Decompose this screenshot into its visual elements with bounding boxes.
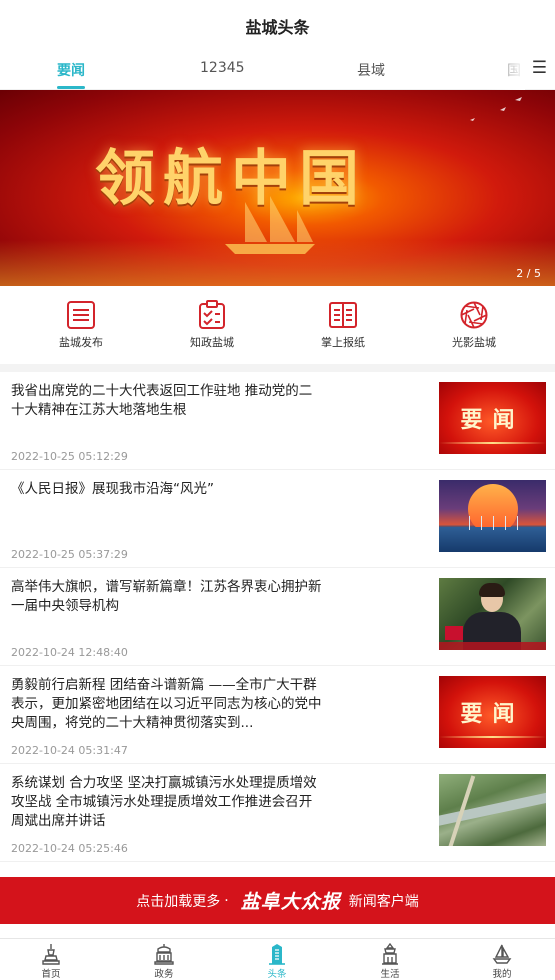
news-item[interactable]: 高举伟大旗帜，谱写崭新篇章！江苏各界衷心拥护新一届中央领导机构 2022-10-… xyxy=(0,568,555,666)
life-pagoda-icon xyxy=(382,943,398,965)
news-title: 系统谋划 合力攻坚 坚决打赢城镇污水处理提质增效攻坚战 全市城镇污水处理提质增效… xyxy=(11,775,317,829)
bottom-navigation: 首页 政务 头条 生活 我的 xyxy=(0,938,555,980)
wind-turbine xyxy=(469,516,470,530)
channel-menu-icon[interactable]: ☰ xyxy=(532,58,547,78)
tab-fade-overlay xyxy=(485,52,525,90)
nav-label: 我的 xyxy=(492,969,512,980)
news-time: 2022-10-24 12:48:40 xyxy=(11,646,128,659)
section-divider xyxy=(0,364,555,372)
home-tower-icon xyxy=(42,944,60,965)
thumbnail-line xyxy=(439,736,546,738)
tab-yaowen[interactable]: 要闻 xyxy=(57,60,85,80)
wind-turbine xyxy=(505,516,506,530)
profile-boat-icon xyxy=(492,944,512,964)
shortcut-yancheng-release[interactable]: 盐城发布 xyxy=(41,300,121,350)
banner-carousel[interactable]: 领航中国 2 / 5 xyxy=(0,90,555,286)
load-more-suffix: 新闻客户端 xyxy=(348,893,419,910)
tab-active-indicator xyxy=(57,86,85,89)
shortcut-row: 盐城发布 知政盐城 掌上报纸 光影盐城 xyxy=(0,286,555,362)
thumbnail-caption: 要闻 xyxy=(460,407,525,433)
nav-headline[interactable]: 头条 xyxy=(247,943,307,980)
news-time: 2022-10-24 05:25:46 xyxy=(11,842,128,855)
nav-government[interactable]: 政务 xyxy=(134,943,194,980)
shortcut-label: 知政盐城 xyxy=(190,336,234,349)
sea-shape xyxy=(439,527,546,552)
news-item[interactable]: 我省出席党的二十大代表返回工作驻地 推动党的二十大精神在江苏大地落地生根 202… xyxy=(0,372,555,470)
thumbnail-line xyxy=(439,442,546,444)
newspaper-icon xyxy=(329,302,357,328)
news-time: 2022-10-25 05:12:29 xyxy=(11,450,128,463)
nav-label: 政务 xyxy=(154,969,174,980)
news-title: 我省出席党的二十大代表返回工作驻地 推动党的二十大精神在江苏大地落地生根 xyxy=(11,383,313,418)
station-logo xyxy=(445,626,463,640)
wind-turbine xyxy=(493,516,494,530)
news-thumbnail: 要闻 xyxy=(439,676,546,748)
news-thumbnail xyxy=(439,480,546,552)
banner-page-indicator: 2 / 5 xyxy=(516,267,541,280)
news-time: 2022-10-24 05:31:47 xyxy=(11,744,128,757)
news-title: 《人民日报》展现我市沿海“风光” xyxy=(11,481,214,497)
channel-tabs: 要闻 12345 县域 国 ☰ xyxy=(0,52,555,90)
person-hair xyxy=(479,583,505,597)
tab-county[interactable]: 县域 xyxy=(357,60,385,80)
shortcut-newspaper[interactable]: 掌上报纸 xyxy=(303,300,383,350)
nav-home[interactable]: 首页 xyxy=(21,943,81,980)
shortcut-label: 盐城发布 xyxy=(59,336,103,349)
nav-label: 头条 xyxy=(267,969,287,980)
app-title: 盐城头条 xyxy=(245,18,310,37)
app-header: 盐城头条 xyxy=(0,0,555,52)
news-thumbnail: 要闻 xyxy=(439,382,546,454)
news-item[interactable]: 《人民日报》展现我市沿海“风光” 2022-10-25 05:37:29 xyxy=(0,470,555,568)
tab-12345[interactable]: 12345 xyxy=(200,60,245,76)
brand-logo-text: 盐阜大众报 xyxy=(240,891,341,913)
nav-profile[interactable]: 我的 xyxy=(472,943,532,980)
shortcut-label: 光影盐城 xyxy=(452,336,496,349)
news-time: 2022-10-25 05:37:29 xyxy=(11,548,128,561)
news-title: 高举伟大旗帜，谱写崭新篇章！江苏各界衷心拥护新一届中央领导机构 xyxy=(11,579,322,614)
news-thumbnail xyxy=(439,578,546,650)
load-more-text: 点击加载更多 xyxy=(136,893,221,910)
news-title: 勇毅前行启新程 团结奋斗谱新篇 ——全市广大干群表示，更加紧密地团结在以习近平同… xyxy=(11,677,322,731)
headline-building-icon xyxy=(269,944,285,965)
nav-label: 生活 xyxy=(380,969,400,980)
news-item[interactable]: 勇毅前行启新程 团结奋斗谱新篇 ——全市广大干群表示，更加紧密地团结在以习近平同… xyxy=(0,666,555,764)
shortcut-light-shadow[interactable]: 光影盐城 xyxy=(434,300,514,350)
news-list: 我省出席党的二十大代表返回工作驻地 推动党的二十大精神在江苏大地落地生根 202… xyxy=(0,372,555,862)
shortcut-label: 掌上报纸 xyxy=(321,336,365,349)
nav-label: 首页 xyxy=(41,969,61,980)
news-thumbnail xyxy=(439,774,546,846)
caption-bar xyxy=(439,642,546,650)
camera-aperture-icon xyxy=(460,301,488,329)
load-more-button[interactable]: 点击加载更多 · 盐阜大众报 新闻客户端 xyxy=(0,877,555,924)
wind-turbine xyxy=(481,516,482,530)
wind-turbine xyxy=(517,516,518,530)
nav-life[interactable]: 生活 xyxy=(360,943,420,980)
load-more-separator: · xyxy=(224,892,229,909)
news-item[interactable]: 系统谋划 合力攻坚 坚决打赢城镇污水处理提质增效攻坚战 全市城镇污水处理提质增效… xyxy=(0,764,555,862)
shortcut-zhizheng[interactable]: 知政盐城 xyxy=(172,300,252,350)
list-icon xyxy=(67,301,95,329)
ship-icon xyxy=(225,196,315,254)
government-building-icon xyxy=(154,944,174,965)
clipboard-check-icon xyxy=(199,300,225,329)
thumbnail-caption: 要闻 xyxy=(460,701,525,727)
